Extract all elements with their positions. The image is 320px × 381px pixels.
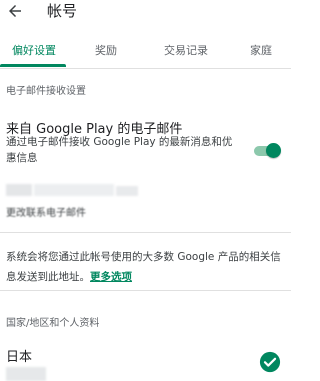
page-title: 帐号	[47, 2, 78, 20]
check-circle-icon	[259, 351, 281, 373]
redacted-email-block	[116, 186, 138, 196]
active-tab-indicator	[0, 64, 66, 67]
email-toggle[interactable]	[254, 141, 281, 161]
email-section-header: 电子邮件接收设置	[6, 86, 86, 97]
tab-rewards[interactable]: 奖励	[95, 42, 117, 58]
divider	[0, 232, 291, 233]
country-section-header: 国家/地区和个人资料	[6, 318, 100, 329]
change-contact-email[interactable]: 更改联系电子邮件	[6, 208, 86, 220]
email-notice: 系统会将您通过此帐号使用的大多数 Google 产品的相关信息发送到此地址。更多…	[6, 247, 284, 287]
arrow-left-icon[interactable]	[6, 2, 24, 20]
redacted-email-block	[34, 184, 114, 196]
toggle-knob	[266, 143, 281, 158]
tab-preferences[interactable]: 偏好设置	[12, 42, 56, 58]
email-setting-description: 通过电子邮件接收 Google Play 的最新消息和优惠信息	[6, 136, 233, 164]
redacted-profile-block	[6, 367, 46, 381]
more-options-link[interactable]: 更多选项	[90, 271, 132, 283]
tab-family[interactable]: 家庭	[250, 42, 272, 58]
tab-transactions[interactable]: 交易记录	[164, 42, 208, 58]
notice-text: 系统会将您通过此帐号使用的大多数 Google 产品的相关信息发送到此地址。	[6, 251, 281, 283]
tab-bar: 偏好设置 奖励 交易记录 家庭	[0, 34, 291, 69]
country-value[interactable]: 日本	[6, 346, 32, 365]
redacted-email-block	[6, 184, 32, 196]
top-app-bar: 帐号	[0, 0, 291, 34]
divider	[0, 290, 291, 291]
